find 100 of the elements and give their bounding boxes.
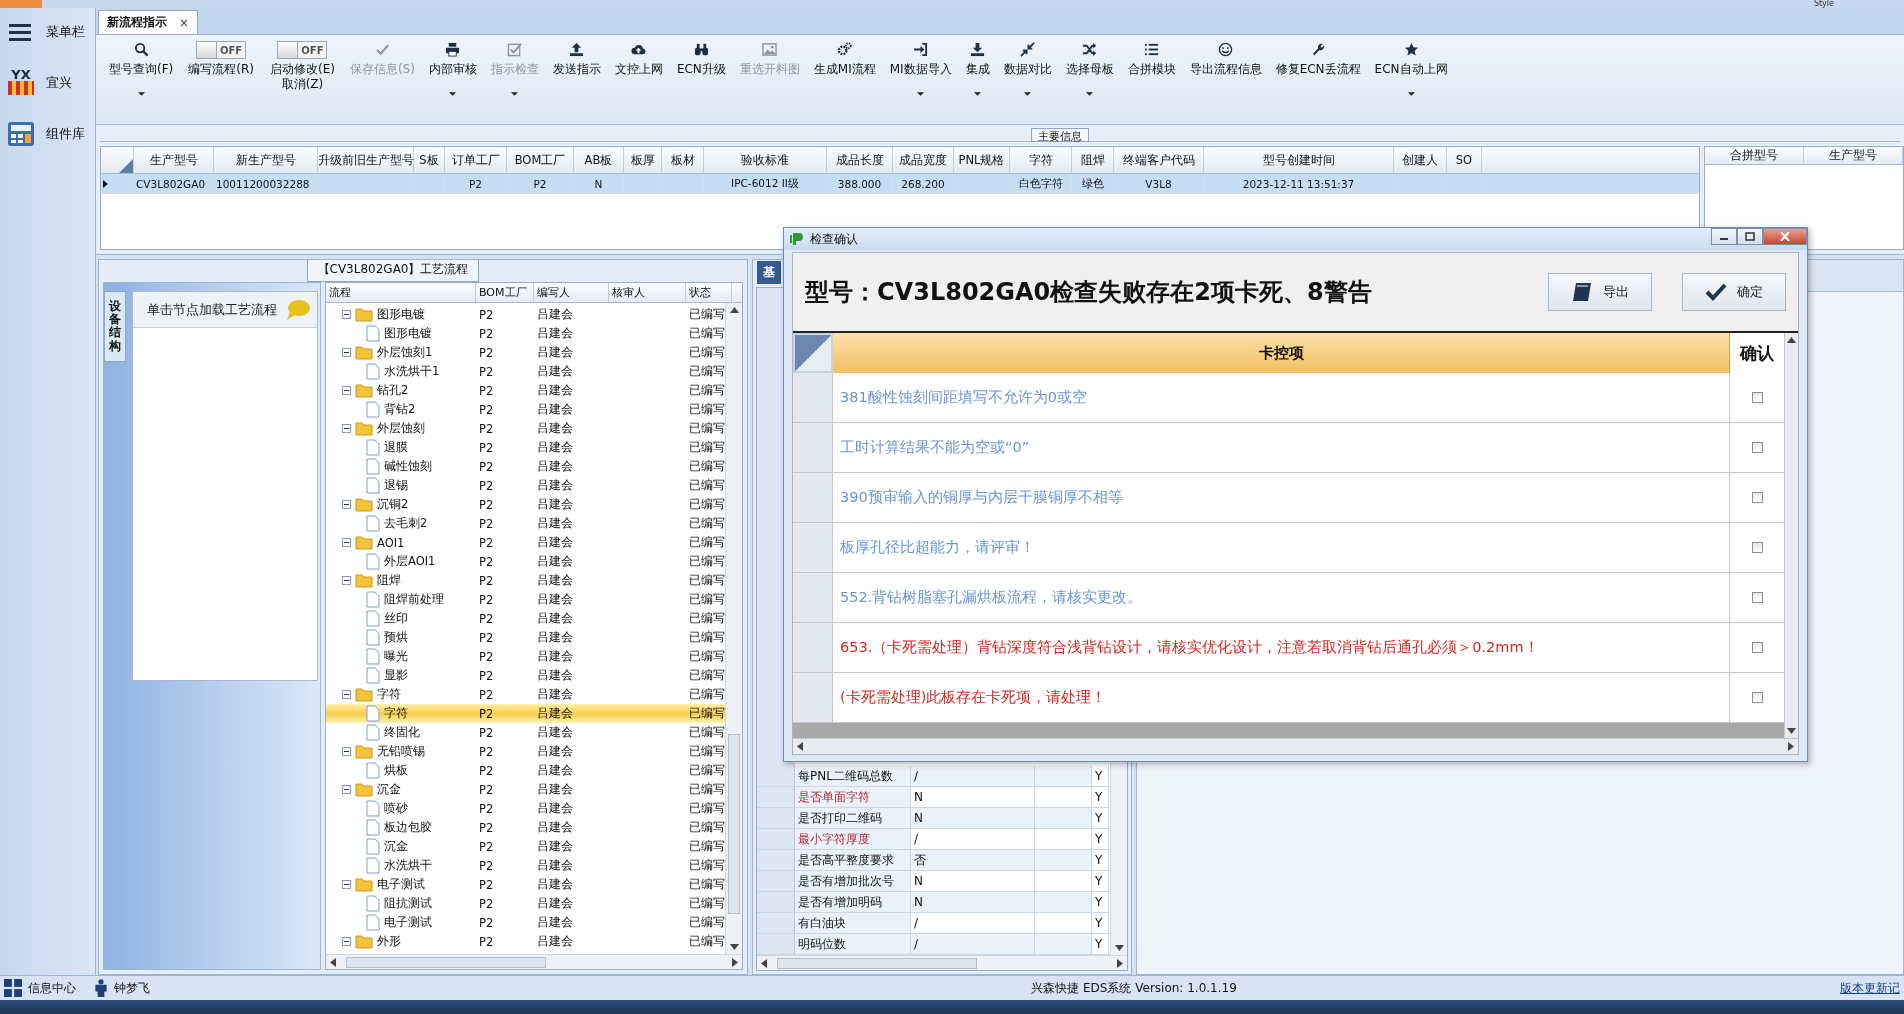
- tree-node[interactable]: 碱性蚀刻: [384, 459, 432, 474]
- panel-tab[interactable]: 基: [757, 261, 781, 284]
- column-header[interactable]: 生产型号: [1804, 147, 1903, 164]
- collapse-toggle-icon[interactable]: [342, 690, 351, 699]
- column-header[interactable]: 字符: [1010, 147, 1072, 173]
- column-header[interactable]: 阻焊: [1072, 147, 1114, 173]
- tree-node[interactable]: 退锡: [384, 478, 408, 493]
- toolbar-button[interactable]: 内部审核: [421, 39, 484, 99]
- confirm-checkbox[interactable]: [1751, 542, 1763, 553]
- scroll-down-icon[interactable]: [729, 944, 739, 950]
- tree-node[interactable]: 显影: [384, 668, 408, 683]
- collapse-toggle-icon[interactable]: [342, 348, 351, 357]
- scroll-thumb[interactable]: [346, 956, 546, 968]
- toolbar-button[interactable]: MI数据导入: [882, 39, 959, 99]
- close-icon[interactable]: ×: [179, 15, 190, 30]
- column-header[interactable]: 创建人: [1394, 147, 1447, 173]
- tree-node[interactable]: 沉铜2: [377, 497, 409, 512]
- tree-node[interactable]: 字符: [384, 706, 408, 721]
- tree-node[interactable]: 外层AOI1: [384, 554, 436, 569]
- scroll-down-icon[interactable]: [1787, 728, 1796, 734]
- scroll-up-icon[interactable]: [1787, 337, 1796, 343]
- tree-node[interactable]: 水洗烘干1: [384, 364, 440, 379]
- tree-node[interactable]: 无铅喷锡: [377, 744, 425, 759]
- column-header[interactable]: 板厚: [624, 147, 662, 173]
- tree-node[interactable]: 喷砂: [384, 801, 408, 816]
- tree-node[interactable]: 钻孔2: [377, 383, 409, 398]
- maximize-button[interactable]: [1737, 228, 1763, 245]
- confirm-checkbox[interactable]: [1751, 592, 1763, 603]
- column-header[interactable]: 合拼型号: [1705, 147, 1804, 164]
- confirm-checkbox[interactable]: [1751, 492, 1763, 503]
- tree-node[interactable]: 终固化: [384, 725, 420, 740]
- tree-node[interactable]: 电子测试: [377, 877, 425, 892]
- column-header[interactable]: 成品宽度: [893, 147, 954, 173]
- collapse-toggle-icon[interactable]: [342, 424, 351, 433]
- scroll-right-icon[interactable]: [732, 957, 738, 967]
- sidebar-item[interactable]: 组件库: [46, 125, 85, 143]
- scroll-up-icon[interactable]: [729, 307, 739, 313]
- scrollbar[interactable]: [326, 954, 742, 969]
- collapse-toggle-icon[interactable]: [342, 310, 351, 319]
- collapse-toggle-icon[interactable]: [342, 386, 351, 395]
- dialog-button[interactable]: 确定: [1682, 273, 1786, 311]
- tree-node[interactable]: 图形电镀: [377, 307, 425, 322]
- tree-node[interactable]: 水洗烘干: [384, 858, 432, 873]
- scroll-down-icon[interactable]: [1114, 945, 1124, 951]
- collapse-toggle-icon[interactable]: [342, 937, 351, 946]
- tree-node[interactable]: 丝印: [384, 611, 408, 626]
- sidebar-item[interactable]: 宜兴: [46, 74, 72, 92]
- column-header[interactable]: 生产型号: [134, 147, 214, 173]
- column-header[interactable]: 验收标准: [704, 147, 827, 173]
- tree-node[interactable]: 板边包胶: [384, 820, 432, 835]
- info-center-label[interactable]: 信息中心: [28, 979, 76, 997]
- toolbar-button[interactable]: 生成MI流程: [806, 39, 883, 81]
- column-header[interactable]: 订单工厂: [445, 147, 507, 173]
- tree-node[interactable]: 烘板: [384, 763, 408, 778]
- toolbar-button[interactable]: 型号查询(F): [102, 39, 181, 99]
- tree-node[interactable]: 图形电镀: [384, 326, 432, 341]
- scroll-left-icon[interactable]: [330, 957, 336, 967]
- column-header[interactable]: BOM工厂: [507, 147, 574, 173]
- side-tab[interactable]: 设备结构: [104, 291, 126, 362]
- collapse-toggle-icon[interactable]: [342, 747, 351, 756]
- update-log-link[interactable]: 版本更新记: [1840, 979, 1900, 997]
- toolbar-button[interactable]: 选择母板: [1058, 39, 1121, 99]
- close-button[interactable]: [1763, 228, 1807, 245]
- confirm-checkbox[interactable]: [1751, 392, 1763, 403]
- tree-node[interactable]: 阻抗测试: [384, 896, 432, 911]
- column-header[interactable]: BOM工厂: [476, 283, 534, 302]
- confirm-checkbox[interactable]: [1751, 442, 1763, 453]
- confirm-checkbox[interactable]: [1751, 692, 1763, 703]
- column-header[interactable]: 新生产型号: [214, 147, 318, 173]
- scroll-left-icon[interactable]: [797, 742, 803, 751]
- tree-node[interactable]: 外层蚀刻1: [377, 345, 433, 360]
- toggle-switch[interactable]: OFF: [196, 41, 247, 59]
- dialog-button[interactable]: 导出: [1548, 273, 1652, 311]
- column-header[interactable]: 核审人: [609, 283, 686, 302]
- tree-node[interactable]: 沉金: [384, 839, 408, 854]
- collapse-toggle-icon[interactable]: [342, 576, 351, 585]
- toolbar-button[interactable]: ECN升级: [669, 39, 733, 81]
- column-header[interactable]: 卡控项: [833, 333, 1730, 373]
- toolbar-button[interactable]: ECN自动上网: [1367, 39, 1455, 99]
- column-header[interactable]: PNL规格: [954, 147, 1010, 173]
- scroll-right-icon[interactable]: [1117, 958, 1123, 968]
- tree-node[interactable]: 字符: [377, 687, 401, 702]
- column-header[interactable]: SO: [1447, 147, 1482, 173]
- tree-node[interactable]: 外层蚀刻: [377, 421, 425, 436]
- toolbar-button[interactable]: 合拼模块: [1120, 39, 1183, 81]
- column-header[interactable]: 型号创建时间: [1204, 147, 1394, 173]
- collapse-toggle-icon[interactable]: [342, 500, 351, 509]
- toolbar-button[interactable]: 导出流程信息: [1182, 39, 1269, 81]
- tree-node[interactable]: 阻焊前处理: [384, 592, 444, 607]
- toolbar-button[interactable]: 集成: [958, 39, 997, 99]
- toggle-switch[interactable]: OFF: [277, 41, 328, 59]
- scroll-right-icon[interactable]: [1788, 742, 1794, 751]
- scroll-thumb[interactable]: [777, 957, 977, 969]
- tree-node[interactable]: 曝光: [384, 649, 408, 664]
- column-header[interactable]: 终端客户代码: [1114, 147, 1204, 173]
- tree-node[interactable]: 阻焊: [377, 573, 401, 588]
- scrollbar[interactable]: [1784, 333, 1798, 738]
- toolbar-button[interactable]: 修复ECN丢流程: [1268, 39, 1368, 81]
- collapse-toggle-icon[interactable]: [342, 880, 351, 889]
- tree-node[interactable]: 电子测试: [384, 915, 432, 930]
